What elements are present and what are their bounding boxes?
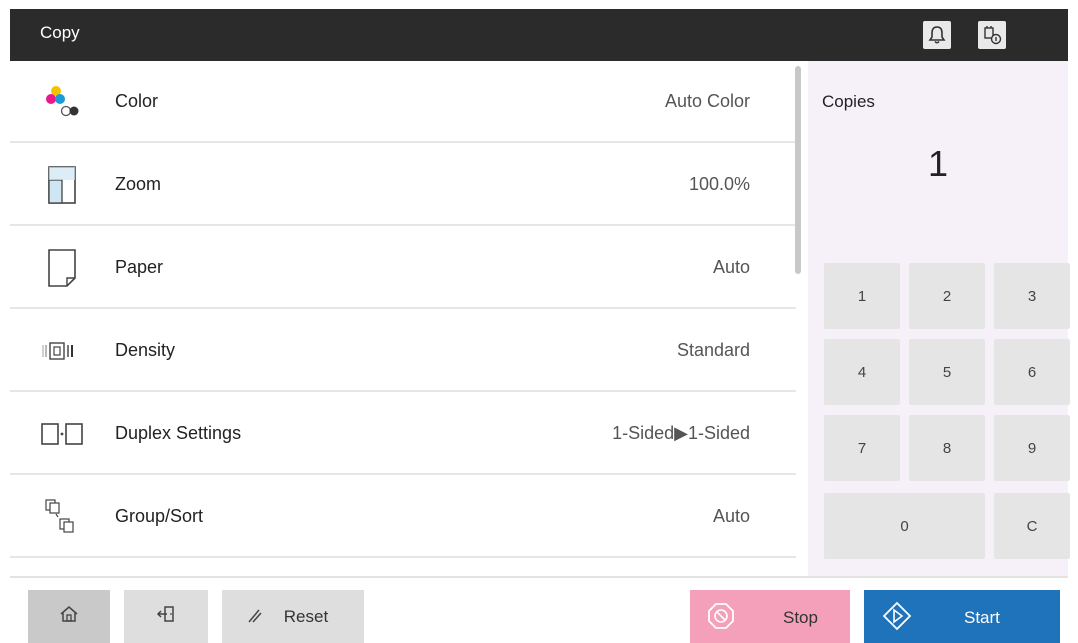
copies-keypad-panel: Copies 1 1 2 3 4 5 6 7 8 9 0 C xyxy=(808,61,1070,578)
key-2[interactable]: 2 xyxy=(909,263,985,329)
setting-value: Auto Color xyxy=(664,91,750,111)
setting-value: 100.0% xyxy=(688,174,750,194)
zoom-icon xyxy=(40,163,84,207)
key-5[interactable]: 5 xyxy=(909,339,985,405)
key-1[interactable]: 1 xyxy=(824,263,900,329)
stop-icon xyxy=(706,601,736,636)
home-button[interactable] xyxy=(28,590,110,643)
setting-value: Standard xyxy=(676,340,750,360)
setting-row-density[interactable]: Density Standard xyxy=(10,310,796,392)
setting-label: Color xyxy=(115,91,159,111)
reset-button[interactable]: Reset xyxy=(222,590,364,643)
setting-row-color[interactable]: Color Auto Color xyxy=(10,61,796,143)
logout-icon xyxy=(155,604,177,629)
key-6[interactable]: 6 xyxy=(994,339,1070,405)
key-3[interactable]: 3 xyxy=(994,263,1070,329)
copies-label: Copies xyxy=(822,92,875,111)
footer-divider xyxy=(10,576,1068,578)
paper-icon xyxy=(40,246,84,290)
setting-label: Zoom xyxy=(115,174,162,194)
start-label: Start xyxy=(964,608,1000,627)
density-icon xyxy=(40,329,84,373)
bell-icon[interactable] xyxy=(923,21,951,49)
key-4[interactable]: 4 xyxy=(824,339,900,405)
settings-list: Color Auto Color Zoom 100.0% Paper Auto xyxy=(10,61,796,578)
reset-label: Reset xyxy=(283,606,329,626)
key-clear[interactable]: C xyxy=(994,493,1070,559)
header-bar: Copy xyxy=(10,9,1068,61)
setting-value: Auto xyxy=(712,506,750,526)
setting-label: Paper xyxy=(115,257,164,277)
setting-value: Auto xyxy=(712,257,750,277)
job-status-icon[interactable] xyxy=(978,21,1006,49)
reset-icon xyxy=(246,607,264,630)
stop-button[interactable]: Stop xyxy=(690,590,850,643)
setting-row-paper[interactable]: Paper Auto xyxy=(10,227,796,309)
setting-row-zoom[interactable]: Zoom 100.0% xyxy=(10,144,796,226)
setting-label: Duplex Settings xyxy=(115,423,242,443)
home-icon xyxy=(59,604,79,629)
key-7[interactable]: 7 xyxy=(824,415,900,481)
setting-label: Density xyxy=(115,340,176,360)
start-icon xyxy=(882,601,912,636)
group-sort-icon xyxy=(40,495,84,539)
key-8[interactable]: 8 xyxy=(909,415,985,481)
copies-value: 1 xyxy=(927,143,949,184)
setting-row-group-sort[interactable]: Group/Sort Auto xyxy=(10,476,796,558)
page-title: Copy xyxy=(40,23,80,42)
list-scrollbar[interactable] xyxy=(795,66,801,274)
start-button[interactable]: Start xyxy=(864,590,1060,643)
setting-value: 1-Sided▶1-Sided xyxy=(612,423,750,443)
stop-label: Stop xyxy=(783,608,818,627)
color-icon xyxy=(40,80,84,124)
key-0[interactable]: 0 xyxy=(824,493,985,559)
setting-label: Group/Sort xyxy=(115,506,204,526)
duplex-icon xyxy=(40,412,84,456)
setting-row-duplex[interactable]: Duplex Settings 1-Sided▶1-Sided xyxy=(10,393,796,475)
key-9[interactable]: 9 xyxy=(994,415,1070,481)
access-button[interactable] xyxy=(124,590,208,643)
